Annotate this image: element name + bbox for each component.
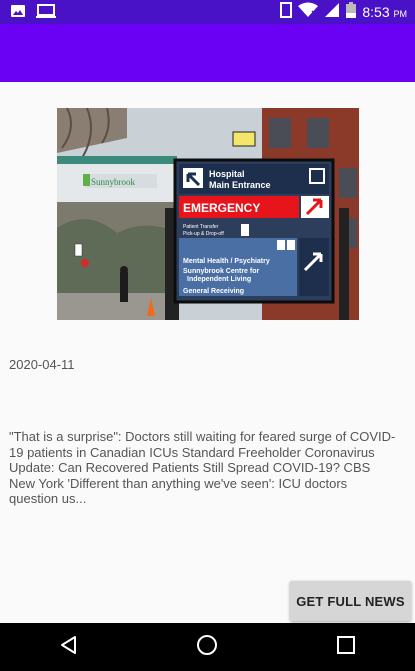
recents-button[interactable] bbox=[316, 623, 376, 671]
sign-independent-living: Independent Living bbox=[187, 276, 251, 283]
cast-icon bbox=[36, 3, 56, 23]
status-bar: 8:53 PM bbox=[0, 0, 415, 24]
sign-patient-transfer: Patient Transfer bbox=[183, 224, 219, 230]
building-sign-text: Sunnybrook bbox=[91, 177, 136, 187]
home-button[interactable] bbox=[177, 623, 237, 671]
signal-icon bbox=[324, 2, 340, 22]
sign-emergency: EMERGENCY bbox=[183, 201, 260, 215]
clock: 8:53 PM bbox=[362, 4, 407, 20]
get-full-news-button[interactable]: GET FULL NEWS bbox=[290, 581, 411, 621]
article-date: 2020-04-11 bbox=[9, 357, 75, 372]
sign-mental-health: Mental Health / Psychiatry bbox=[183, 258, 270, 265]
article-summary: "That is a surprise": Doctors still wait… bbox=[9, 429, 396, 506]
back-icon bbox=[59, 635, 79, 659]
sim-icon bbox=[280, 2, 293, 22]
home-icon bbox=[196, 634, 218, 660]
sign-general-receiving: General Receiving bbox=[183, 288, 244, 295]
battery-icon bbox=[346, 2, 357, 22]
image-icon bbox=[10, 3, 26, 23]
back-button[interactable] bbox=[39, 623, 99, 671]
recents-icon bbox=[336, 636, 355, 658]
wifi-icon bbox=[298, 2, 319, 22]
navigation-bar bbox=[0, 623, 415, 671]
sign-hospital: Hospital bbox=[209, 169, 245, 179]
sign-main-entrance: Main Entrance bbox=[209, 180, 271, 190]
app-bar bbox=[0, 24, 415, 82]
sign-pickup: Pick-up & Drop-off bbox=[183, 231, 224, 237]
sign-sunnybrook-centre: Sunnybrook Centre for bbox=[183, 268, 260, 275]
article-image: Sunnybrook Hospital Main Entrance EMERGE… bbox=[57, 108, 359, 320]
